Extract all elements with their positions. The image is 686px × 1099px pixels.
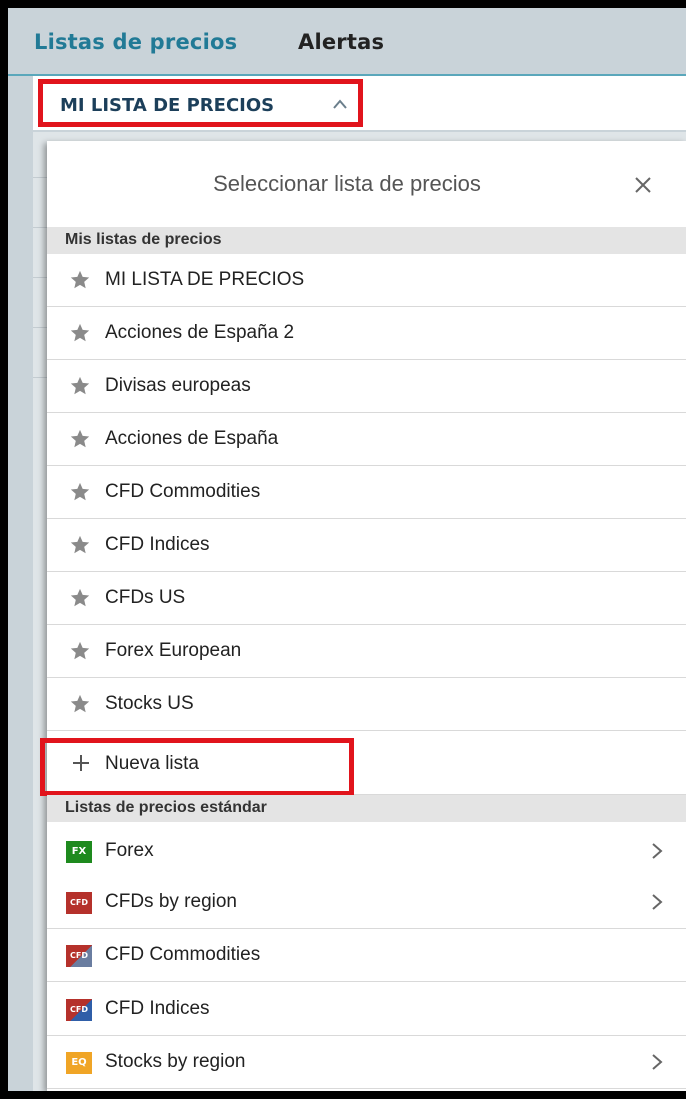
my-price-list-item[interactable]: CFDs US	[47, 572, 686, 625]
my-price-list-item[interactable]: Stocks US	[47, 678, 686, 731]
standard-price-list-label: Forex	[105, 840, 154, 861]
new-list-button[interactable]: Nueva lista	[47, 733, 686, 795]
my-price-list-item[interactable]: Divisas europeas	[47, 360, 686, 413]
cfd-indices-icon: CFD	[66, 999, 92, 1021]
my-price-list-label: CFDs US	[105, 587, 186, 608]
star-icon[interactable]	[69, 428, 91, 450]
chevron-up-icon	[333, 99, 347, 109]
standard-price-list-label: CFDs by region	[105, 891, 237, 912]
new-list-label: Nueva lista	[105, 753, 199, 774]
star-icon[interactable]	[69, 269, 91, 291]
section-my-lists-label: Mis listas de precios	[65, 231, 222, 248]
plus-icon	[73, 755, 89, 771]
section-standard-lists-label: Listas de precios estándar	[65, 799, 267, 816]
close-icon[interactable]	[631, 173, 655, 197]
eq-icon: EQ	[66, 1052, 92, 1074]
standard-price-list-item[interactable]: EQ Stocks by region	[47, 1036, 686, 1089]
my-price-list-item[interactable]: Acciones de España 2	[47, 307, 686, 360]
chevron-right-icon	[652, 843, 663, 859]
standard-price-list-item[interactable]: CFD CFDs by region	[47, 876, 686, 929]
cfd-commodities-icon: CFD	[66, 945, 92, 967]
standard-price-list-label: Stocks by region	[105, 1051, 246, 1072]
standard-price-list-item[interactable]: FX Forex	[47, 822, 686, 881]
my-price-list-label: Acciones de España 2	[105, 322, 295, 343]
tab-alerts[interactable]: Alertas	[298, 30, 384, 54]
standard-price-list-label: CFD Indices	[105, 998, 210, 1019]
star-icon[interactable]	[69, 322, 91, 344]
my-price-list-label: MI LISTA DE PRECIOS	[105, 269, 305, 290]
star-icon[interactable]	[69, 640, 91, 662]
list-selector-bar: MI LISTA DE PRECIOS	[33, 76, 686, 130]
my-price-list-label: Stocks US	[105, 693, 194, 714]
my-price-list-item[interactable]: Acciones de España	[47, 413, 686, 466]
my-price-list-label: Acciones de España	[105, 428, 279, 449]
price-list-selector-panel: Seleccionar lista de precios Mis listas …	[40, 141, 686, 1091]
tab-price-lists[interactable]: Listas de precios	[34, 30, 237, 54]
section-standard-lists: Listas de precios estándar	[47, 795, 686, 822]
star-icon[interactable]	[69, 534, 91, 556]
chevron-right-icon	[652, 1054, 663, 1070]
cfd-icon: CFD	[66, 892, 92, 914]
panel-header: Seleccionar lista de precios	[47, 141, 686, 227]
fx-icon: FX	[66, 841, 92, 863]
top-tab-bar: Listas de precios Alertas	[8, 8, 686, 76]
my-price-list-item[interactable]: CFD Commodities	[47, 466, 686, 519]
my-price-list-label: CFD Indices	[105, 534, 210, 555]
standard-price-list-label: CFD Commodities	[105, 944, 261, 965]
my-price-list-label: Forex European	[105, 640, 242, 661]
standard-price-list-item[interactable]: CFD CFD Indices	[47, 983, 686, 1036]
chevron-right-icon	[652, 894, 663, 910]
panel-title: Seleccionar lista de precios	[213, 171, 481, 196]
my-price-list-item[interactable]: MI LISTA DE PRECIOS	[47, 254, 686, 307]
list-selector-button[interactable]: MI LISTA DE PRECIOS	[38, 79, 363, 127]
app-window: Listas de precios Alertas MI LISTA DE PR…	[8, 8, 686, 1091]
standard-price-list-item[interactable]: CFD CFD Commodities	[47, 929, 686, 982]
star-icon[interactable]	[69, 587, 91, 609]
star-icon[interactable]	[69, 693, 91, 715]
star-icon[interactable]	[69, 481, 91, 503]
my-price-list-label: CFD Commodities	[105, 481, 261, 502]
star-icon[interactable]	[69, 375, 91, 397]
my-price-list-item[interactable]: CFD Indices	[47, 519, 686, 572]
list-selector-label: MI LISTA DE PRECIOS	[60, 95, 275, 116]
my-price-list-label: Divisas europeas	[105, 375, 251, 396]
section-my-lists: Mis listas de precios	[47, 227, 686, 254]
my-price-list-item[interactable]: Forex European	[47, 625, 686, 678]
